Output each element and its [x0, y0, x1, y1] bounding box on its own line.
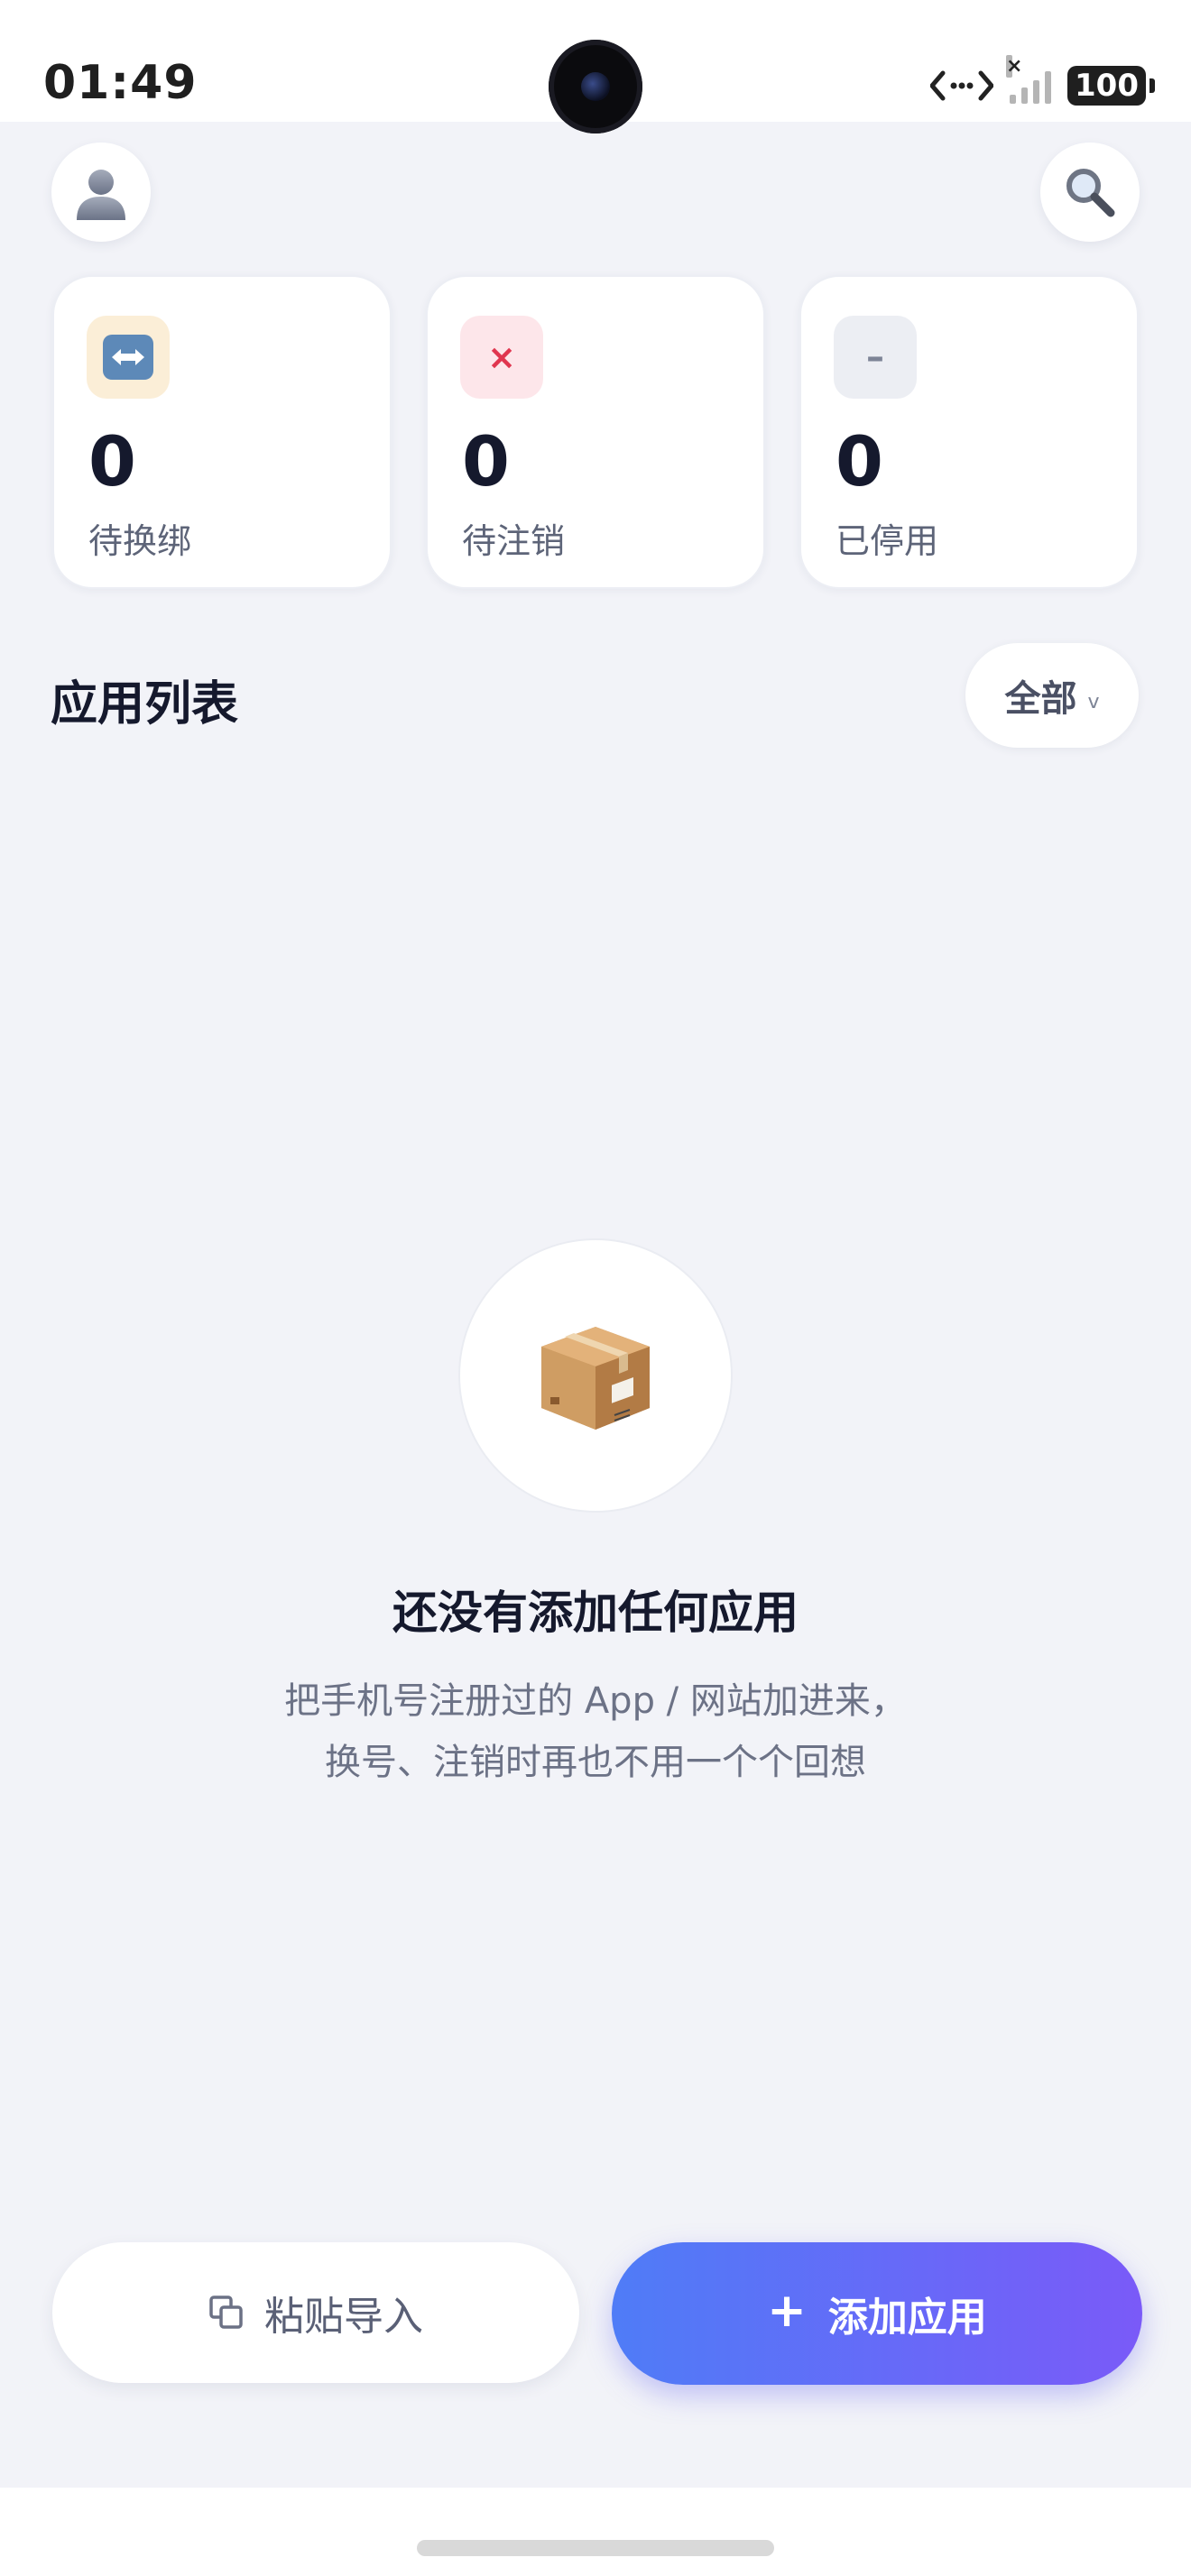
bottom-safe-area: [0, 2488, 1191, 2576]
stat-card-pending-rebind[interactable]: 0 待换绑: [52, 275, 392, 589]
stat-chip: [87, 316, 170, 399]
stat-value: 0: [836, 421, 883, 501]
empty-state-description-line1: 把手机号注册过的 App / 网站加进来，: [284, 1680, 907, 1722]
status-bar: 01:49 × 100: [0, 0, 1191, 133]
package-box-icon: [541, 1327, 650, 1430]
filter-dropdown[interactable]: 全部 v: [965, 643, 1139, 748]
stat-value: 0: [88, 421, 136, 501]
stat-label: 已停用: [836, 521, 939, 561]
minus-icon: –: [866, 336, 884, 378]
status-time: 01:49: [43, 56, 198, 110]
empty-state-description-line2: 换号、注销时再也不用一个个回想: [325, 1742, 866, 1783]
stat-label: 待换绑: [88, 521, 192, 561]
stat-card-disabled[interactable]: – 0 已停用: [799, 275, 1139, 589]
app-list-title: 应用列表: [51, 677, 239, 731]
stat-value: 0: [462, 421, 510, 501]
chevron-down-icon: v: [1087, 690, 1100, 713]
stat-chip: –: [834, 316, 917, 399]
search-button[interactable]: [1040, 143, 1140, 242]
swap-icon: [103, 335, 153, 380]
copy-icon: [209, 2295, 243, 2329]
search-icon: [1066, 169, 1115, 217]
filter-selected: 全部: [1004, 678, 1077, 720]
status-icons: × 100: [930, 55, 1155, 108]
network-transfer-icon: [930, 70, 994, 101]
close-icon: ×: [487, 337, 516, 377]
user-avatar-icon: [77, 170, 125, 220]
paste-import-button[interactable]: 粘贴导入: [52, 2242, 579, 2383]
paste-import-label: 粘贴导入: [264, 2294, 423, 2340]
front-camera: [549, 40, 642, 133]
stat-chip: ×: [460, 316, 543, 399]
plus-icon: +: [767, 2284, 807, 2338]
stat-card-pending-cancel[interactable]: × 0 待注销: [426, 275, 765, 589]
empty-state-illustration: [458, 1238, 733, 1513]
empty-state-title: 还没有添加任何应用: [392, 1587, 799, 1639]
add-app-label: 添加应用: [827, 2295, 987, 2341]
stat-label: 待注销: [462, 521, 566, 561]
home-indicator[interactable]: [417, 2540, 774, 2556]
battery-icon: 100: [1067, 66, 1155, 106]
avatar-button[interactable]: [51, 143, 151, 242]
battery-level: 100: [1075, 68, 1139, 104]
signal-icon: ×: [1006, 55, 1052, 104]
add-app-button[interactable]: + 添加应用: [612, 2242, 1142, 2385]
